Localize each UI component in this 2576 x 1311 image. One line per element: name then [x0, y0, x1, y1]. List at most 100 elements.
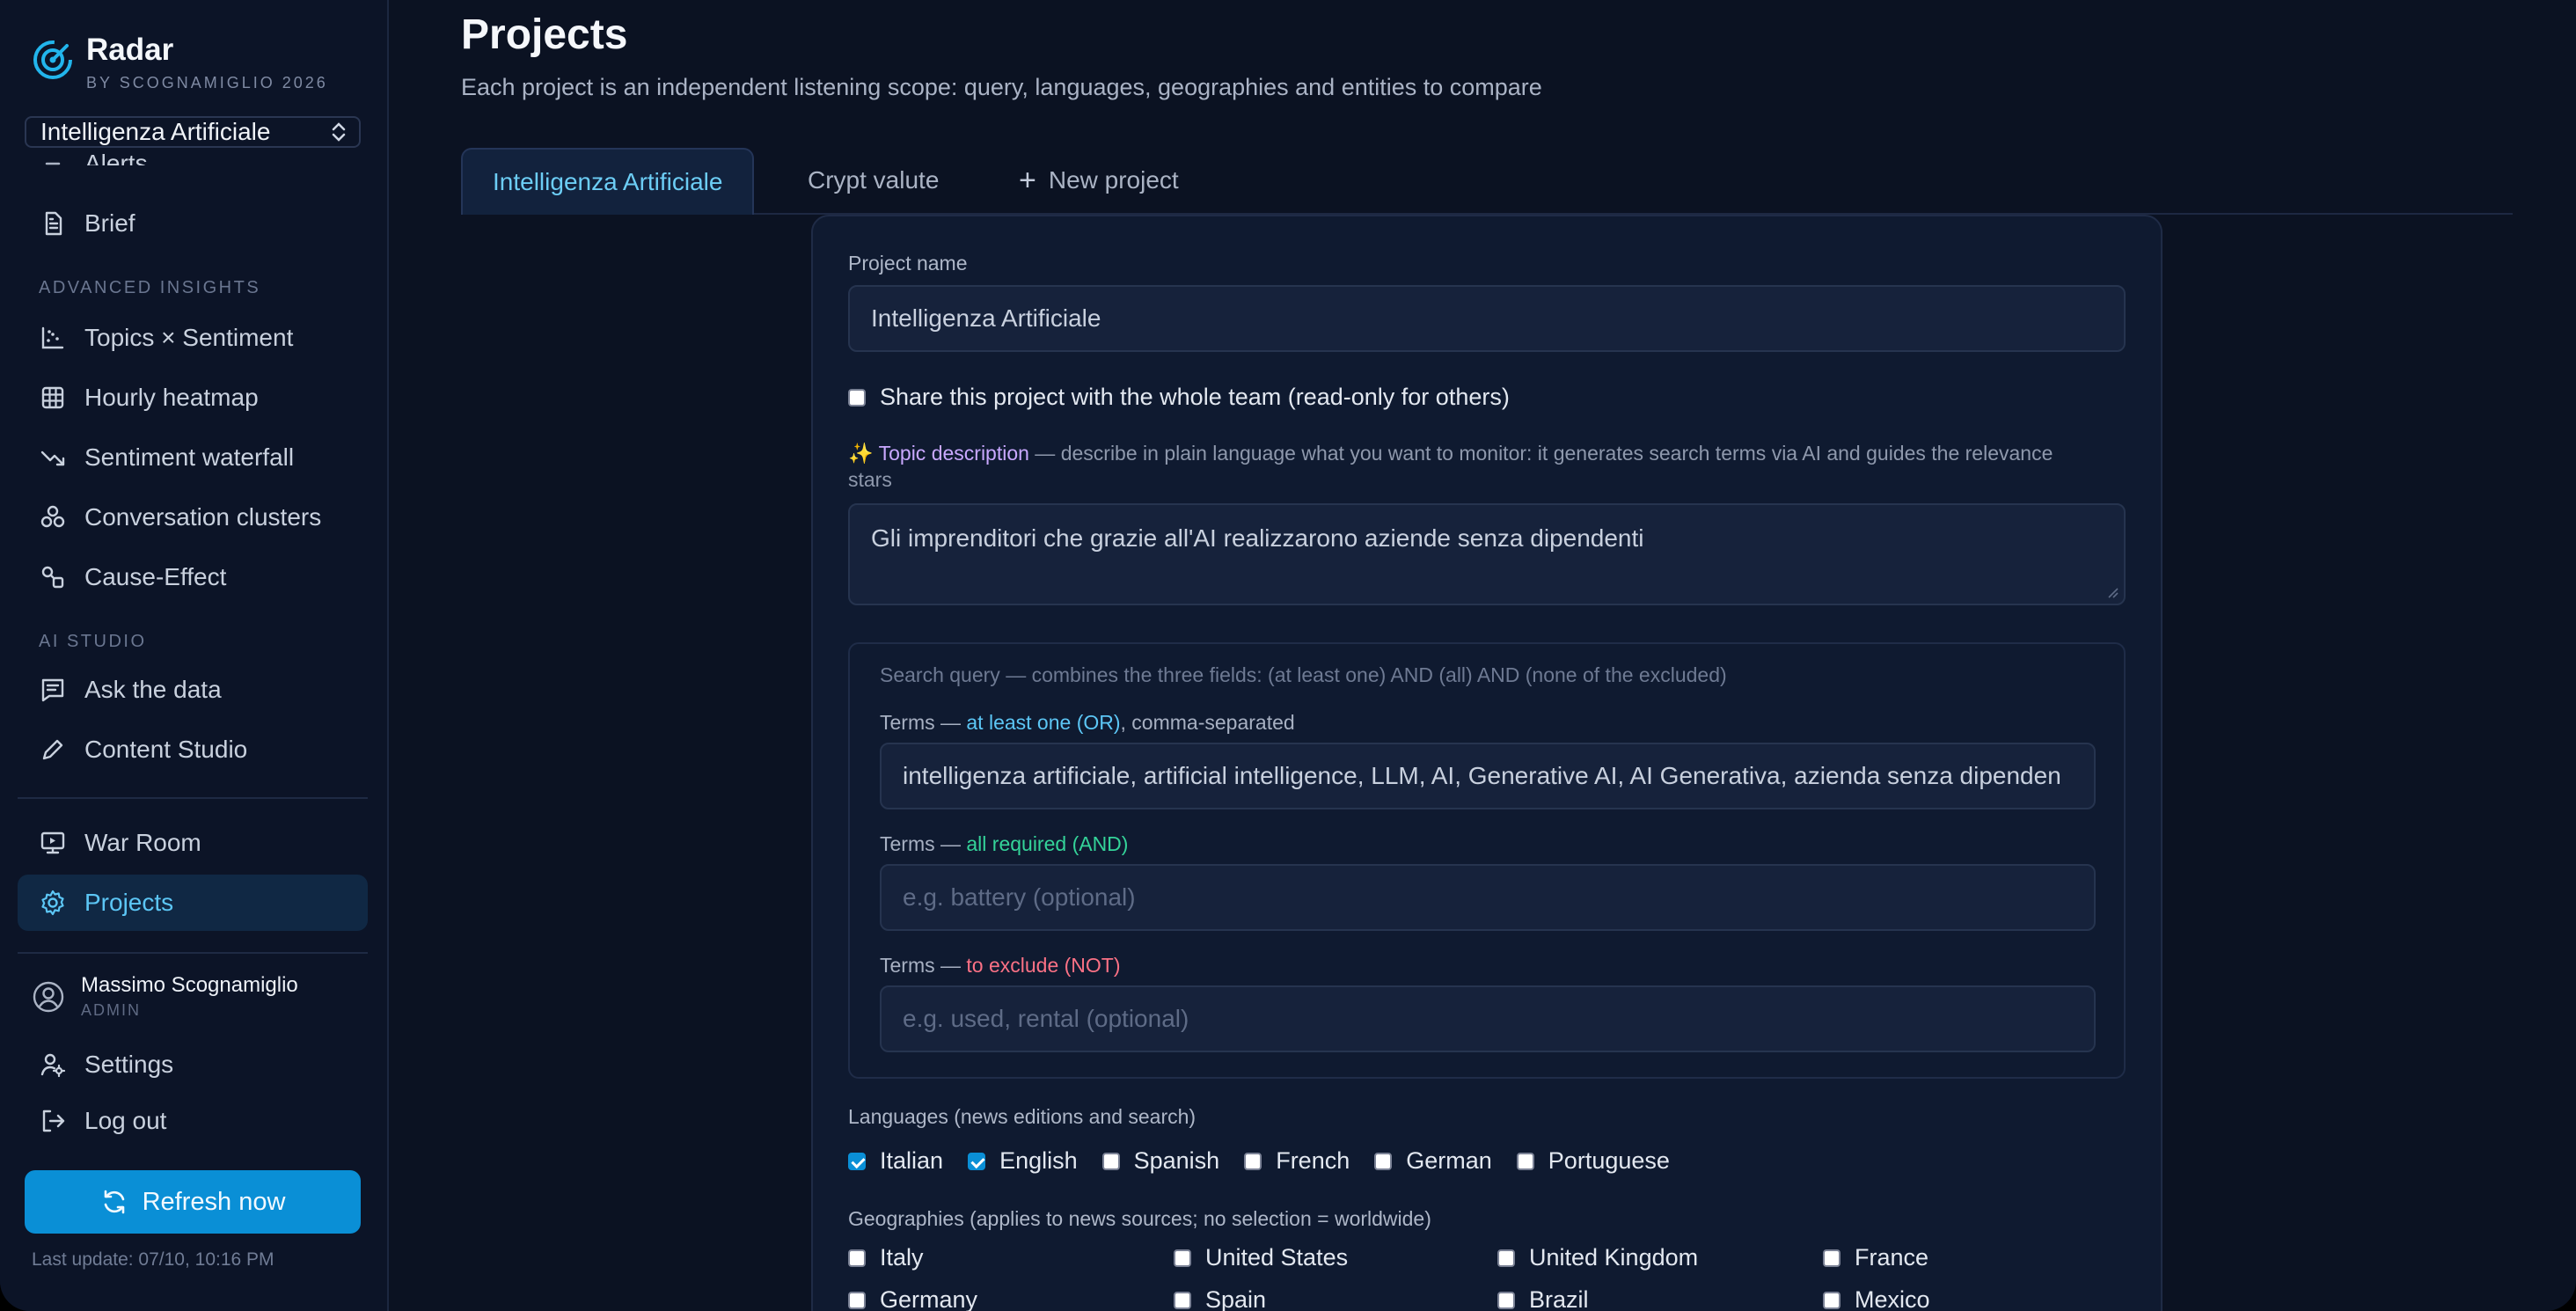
- and-terms-input[interactable]: e.g. battery (optional): [880, 864, 2096, 931]
- language-label: German: [1406, 1147, 1492, 1174]
- sidebar-item-brief[interactable]: Brief: [18, 195, 368, 252]
- geo-united-states[interactable]: United States: [1174, 1244, 1348, 1271]
- language-checkbox[interactable]: [968, 1152, 986, 1170]
- geo-checkbox[interactable]: [1823, 1291, 1841, 1309]
- sidebar-item-label: Cause-Effect: [84, 563, 227, 590]
- language-checkbox[interactable]: [1101, 1152, 1120, 1170]
- section-advanced-insights: ADVANCED INSIGHTS: [39, 278, 261, 297]
- tab-new-project[interactable]: + New project: [989, 148, 1209, 213]
- language-spanish[interactable]: Spanish: [1101, 1147, 1220, 1175]
- last-update-text: Last update: 07/10, 10:16 PM: [32, 1249, 274, 1270]
- project-name-input[interactable]: Intelligenza Artificiale: [848, 285, 2126, 352]
- or-terms-input[interactable]: intelligenza artificiale, artificial int…: [880, 743, 2096, 809]
- share-with-team-row[interactable]: Share this project with the whole team (…: [848, 384, 1510, 411]
- alerts-icon: [45, 162, 61, 165]
- geo-checkbox[interactable]: [1174, 1249, 1191, 1267]
- language-german[interactable]: German: [1374, 1147, 1492, 1175]
- sidebar-item-sentiment-waterfall[interactable]: Sentiment waterfall: [18, 429, 368, 486]
- sidebar: Radar BY SCOGNAMIGLIO 2026 Intelligenza …: [0, 0, 389, 1311]
- cause-effect-icon: [41, 566, 64, 589]
- or-terms-label: Terms — at least one (OR), comma-separat…: [880, 711, 1295, 734]
- sidebar-item-label: Hourly heatmap: [84, 384, 259, 411]
- brand-name: Radar: [86, 33, 174, 67]
- sidebar-item-war-room[interactable]: War Room: [18, 815, 368, 871]
- brand-subtitle: BY SCOGNAMIGLIO 2026: [86, 74, 328, 92]
- language-checkbox[interactable]: [1244, 1152, 1262, 1170]
- language-checkbox[interactable]: [848, 1152, 866, 1170]
- sidebar-item-ask-the-data[interactable]: Ask the data: [18, 662, 368, 718]
- resize-handle-icon[interactable]: [2106, 586, 2119, 598]
- pen-icon: [42, 739, 63, 760]
- tab-crypt-valute[interactable]: Crypt valute: [778, 148, 969, 213]
- sidebar-item-projects[interactable]: Projects: [18, 875, 368, 931]
- geo-checkbox[interactable]: [1174, 1291, 1191, 1309]
- divider: [18, 952, 368, 954]
- avatar-icon: [33, 981, 64, 1012]
- geo-label: United States: [1205, 1244, 1349, 1271]
- not-terms-label: Terms — to exclude (NOT): [880, 954, 1121, 977]
- language-portuguese[interactable]: Portuguese: [1516, 1147, 1670, 1175]
- geo-label: Germany: [880, 1286, 978, 1311]
- plus-icon: +: [1019, 164, 1036, 197]
- radar-logo-icon: [33, 40, 72, 79]
- logout-icon: [42, 1110, 65, 1132]
- sidebar-item-label: Projects: [84, 889, 174, 916]
- geo-mexico[interactable]: Mexico: [1823, 1286, 1930, 1311]
- refresh-icon: [104, 1190, 124, 1214]
- geo-label: United Kingdom: [1529, 1244, 1699, 1271]
- tab-label: Crypt valute: [808, 166, 940, 194]
- sidebar-item-alerts[interactable]: Alerts: [18, 135, 368, 165]
- language-label: Italian: [880, 1147, 944, 1174]
- geo-france[interactable]: France: [1823, 1244, 1928, 1271]
- sidebar-item-content-studio[interactable]: Content Studio: [18, 721, 368, 778]
- search-query-box: Search query — combines the three fields…: [848, 642, 2126, 1079]
- brand: Radar BY SCOGNAMIGLIO 2026: [32, 32, 328, 92]
- sidebar-item-logout[interactable]: Log out: [18, 1093, 368, 1149]
- user-profile[interactable]: Massimo Scognamiglio ADMIN: [32, 973, 298, 1020]
- geographies-grid: Italy United States United Kingdom Franc…: [848, 1244, 2133, 1311]
- topic-description-hint: — describe in plain language what you wa…: [848, 442, 2053, 491]
- section-ai-studio: AI STUDIO: [39, 632, 147, 651]
- geo-germany[interactable]: Germany: [848, 1286, 977, 1311]
- geo-italy[interactable]: Italy: [848, 1244, 924, 1271]
- refresh-now-button[interactable]: Refresh now: [25, 1170, 361, 1234]
- geo-checkbox[interactable]: [1497, 1291, 1515, 1309]
- language-english[interactable]: English: [968, 1147, 1078, 1175]
- topic-description-label: ✨ Topic description — describe in plain …: [848, 440, 2097, 493]
- language-checkbox[interactable]: [1374, 1152, 1393, 1170]
- sidebar-item-settings[interactable]: Settings: [18, 1036, 368, 1093]
- language-label: Spanish: [1133, 1147, 1220, 1174]
- and-terms-label: Terms — all required (AND): [880, 832, 1129, 855]
- languages-label: Languages (news editions and search): [848, 1105, 1197, 1128]
- divider: [18, 797, 368, 799]
- geo-united-kingdom[interactable]: United Kingdom: [1497, 1244, 1698, 1271]
- sidebar-item-hourly-heatmap[interactable]: Hourly heatmap: [18, 370, 368, 426]
- sidebar-item-label: Conversation clusters: [84, 503, 322, 531]
- share-checkbox[interactable]: [848, 388, 866, 406]
- project-name-label: Project name: [848, 252, 968, 275]
- language-italian[interactable]: Italian: [848, 1147, 943, 1175]
- sidebar-item-topics-sentiment[interactable]: Topics × Sentiment: [18, 310, 368, 366]
- sidebar-item-label: Topics × Sentiment: [84, 324, 294, 351]
- language-label: English: [999, 1147, 1078, 1174]
- geo-spain[interactable]: Spain: [1174, 1286, 1266, 1311]
- not-terms-input[interactable]: e.g. used, rental (optional): [880, 985, 2096, 1052]
- topic-description-textarea[interactable]: Gli imprenditori che grazie all'AI reali…: [848, 503, 2126, 605]
- geo-checkbox[interactable]: [1497, 1249, 1515, 1267]
- geo-label: Brazil: [1529, 1286, 1589, 1311]
- project-tabs: Intelligenza Artificiale Crypt valute + …: [461, 148, 2513, 215]
- geo-checkbox[interactable]: [1823, 1249, 1841, 1267]
- geo-label: France: [1855, 1244, 1929, 1271]
- sidebar-item-cause-effect[interactable]: Cause-Effect: [18, 549, 368, 605]
- geo-label: Mexico: [1855, 1286, 1930, 1311]
- language-checkbox[interactable]: [1516, 1152, 1534, 1170]
- tab-intelligenza-artificiale[interactable]: Intelligenza Artificiale: [461, 148, 755, 215]
- sidebar-item-label: Alerts: [84, 150, 148, 165]
- sidebar-item-conversation-clusters[interactable]: Conversation clusters: [18, 489, 368, 546]
- geo-checkbox[interactable]: [848, 1291, 866, 1309]
- language-french[interactable]: French: [1244, 1147, 1350, 1175]
- geo-checkbox[interactable]: [848, 1249, 866, 1267]
- geo-brazil[interactable]: Brazil: [1497, 1286, 1589, 1311]
- document-icon: [45, 211, 62, 236]
- geo-label: Spain: [1205, 1286, 1267, 1311]
